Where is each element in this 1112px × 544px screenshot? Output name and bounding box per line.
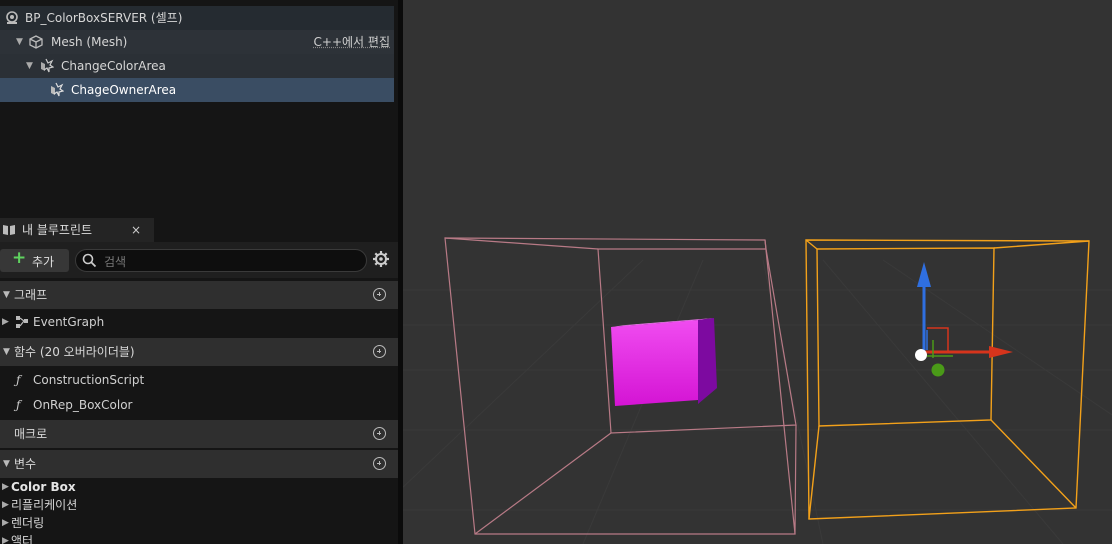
- left-panel: BP_ColorBoxSERVER (셀프) ▼ Mesh (Mesh) C++…: [0, 0, 400, 544]
- viewport[interactable]: [403, 0, 1112, 544]
- add-graph-icon[interactable]: [373, 288, 386, 301]
- box-collision-icon: [51, 82, 64, 97]
- function-item-label: OnRep_BoxColor: [33, 398, 133, 412]
- my-blueprint-toolbar: + 추가: [0, 242, 398, 278]
- variable-category-label: 리플리케이션: [11, 498, 78, 512]
- add-button[interactable]: + 추가: [0, 248, 69, 272]
- add-variable-icon[interactable]: [373, 457, 386, 470]
- magenta-cube[interactable]: [611, 318, 717, 406]
- collapse-caret-icon[interactable]: ▼: [3, 338, 10, 366]
- function-item-onrep-boxcolor[interactable]: ƒ OnRep_BoxColor: [0, 393, 398, 417]
- component-chageownerarea-label: ChageOwnerArea: [71, 83, 177, 97]
- box-collision-icon: [41, 58, 54, 73]
- expand-caret-icon[interactable]: ▶: [2, 478, 9, 496]
- component-mesh-row[interactable]: ▼ Mesh (Mesh) C++에서 편집: [0, 30, 394, 54]
- tab-my-blueprint-label: 내 블루프린트: [22, 223, 93, 237]
- search-box[interactable]: [75, 249, 367, 272]
- viewport-scene: [403, 237, 1112, 544]
- variable-category-replication[interactable]: ▶ 리플리케이션: [0, 496, 398, 514]
- graph-item-label: EventGraph: [33, 315, 105, 329]
- variable-category-rendering[interactable]: ▶ 렌더링: [0, 514, 398, 532]
- section-variables[interactable]: ▼ 변수: [0, 450, 398, 478]
- function-item-label: ConstructionScript: [33, 373, 145, 387]
- edit-in-cpp-link[interactable]: C++에서 편집: [314, 30, 390, 54]
- section-graphs[interactable]: ▼ 그래프: [0, 281, 398, 309]
- component-mesh-label: Mesh (Mesh): [51, 35, 128, 49]
- variable-category-actor[interactable]: ▶ 액터: [0, 532, 398, 544]
- section-functions[interactable]: ▼ 함수 (20 오버라이더블): [0, 338, 398, 366]
- section-variables-title: 변수: [14, 457, 37, 471]
- add-function-icon[interactable]: [373, 345, 386, 358]
- expand-caret-icon[interactable]: ▶: [2, 532, 9, 544]
- selected-box-wireframe[interactable]: [805, 239, 1090, 520]
- collapse-caret-icon[interactable]: ▼: [16, 30, 23, 54]
- search-icon: [82, 253, 97, 268]
- component-changecolorarea-row[interactable]: ▼ ChangeColorArea: [0, 54, 394, 78]
- section-functions-title: 함수 (20 오버라이더블): [14, 345, 135, 359]
- expand-caret-icon[interactable]: ▶: [2, 514, 9, 532]
- actor-icon: [6, 11, 18, 24]
- floor-grid: [403, 259, 1112, 544]
- expand-caret-icon[interactable]: ▶: [2, 496, 9, 514]
- event-graph-icon: [16, 316, 28, 328]
- graph-item-eventgraph[interactable]: ▶ EventGraph: [0, 310, 398, 334]
- add-button-label: 추가: [32, 255, 55, 269]
- component-root-row[interactable]: BP_ColorBoxSERVER (셀프): [0, 6, 394, 30]
- variable-category-label: Color Box: [11, 480, 76, 494]
- tab-my-blueprint[interactable]: 내 블루프린트 ×: [0, 218, 154, 242]
- section-graphs-title: 그래프: [14, 288, 48, 302]
- variable-category-color-box[interactable]: ▶ Color Box: [0, 478, 398, 496]
- transform-gizmo[interactable]: [915, 262, 1013, 377]
- construction-script-icon: ƒ: [16, 373, 21, 387]
- collapse-caret-icon[interactable]: ▼: [3, 450, 10, 478]
- book-icon: [3, 225, 15, 235]
- close-icon[interactable]: ×: [131, 218, 141, 242]
- section-macros[interactable]: 매크로: [0, 420, 398, 448]
- collapse-caret-icon[interactable]: ▼: [3, 281, 10, 309]
- collapse-caret-icon[interactable]: ▼: [26, 54, 33, 78]
- variable-category-label: 액터: [11, 534, 34, 544]
- expand-caret-icon[interactable]: ▶: [2, 310, 9, 334]
- gear-icon[interactable]: [372, 250, 390, 268]
- add-macro-icon[interactable]: [373, 427, 386, 440]
- component-root-label: BP_ColorBoxSERVER (셀프): [25, 11, 183, 25]
- section-macros-title: 매크로: [14, 427, 48, 441]
- search-input[interactable]: [102, 252, 356, 271]
- function-icon: ƒ: [16, 398, 21, 412]
- component-chageownerarea-row[interactable]: ChageOwnerArea: [0, 78, 394, 102]
- static-mesh-icon: [29, 35, 43, 49]
- component-changecolorarea-label: ChangeColorArea: [61, 59, 166, 73]
- variable-category-label: 렌더링: [11, 516, 45, 530]
- plus-icon: +: [12, 248, 27, 268]
- function-item-constructionscript[interactable]: ƒ ConstructionScript: [0, 368, 398, 392]
